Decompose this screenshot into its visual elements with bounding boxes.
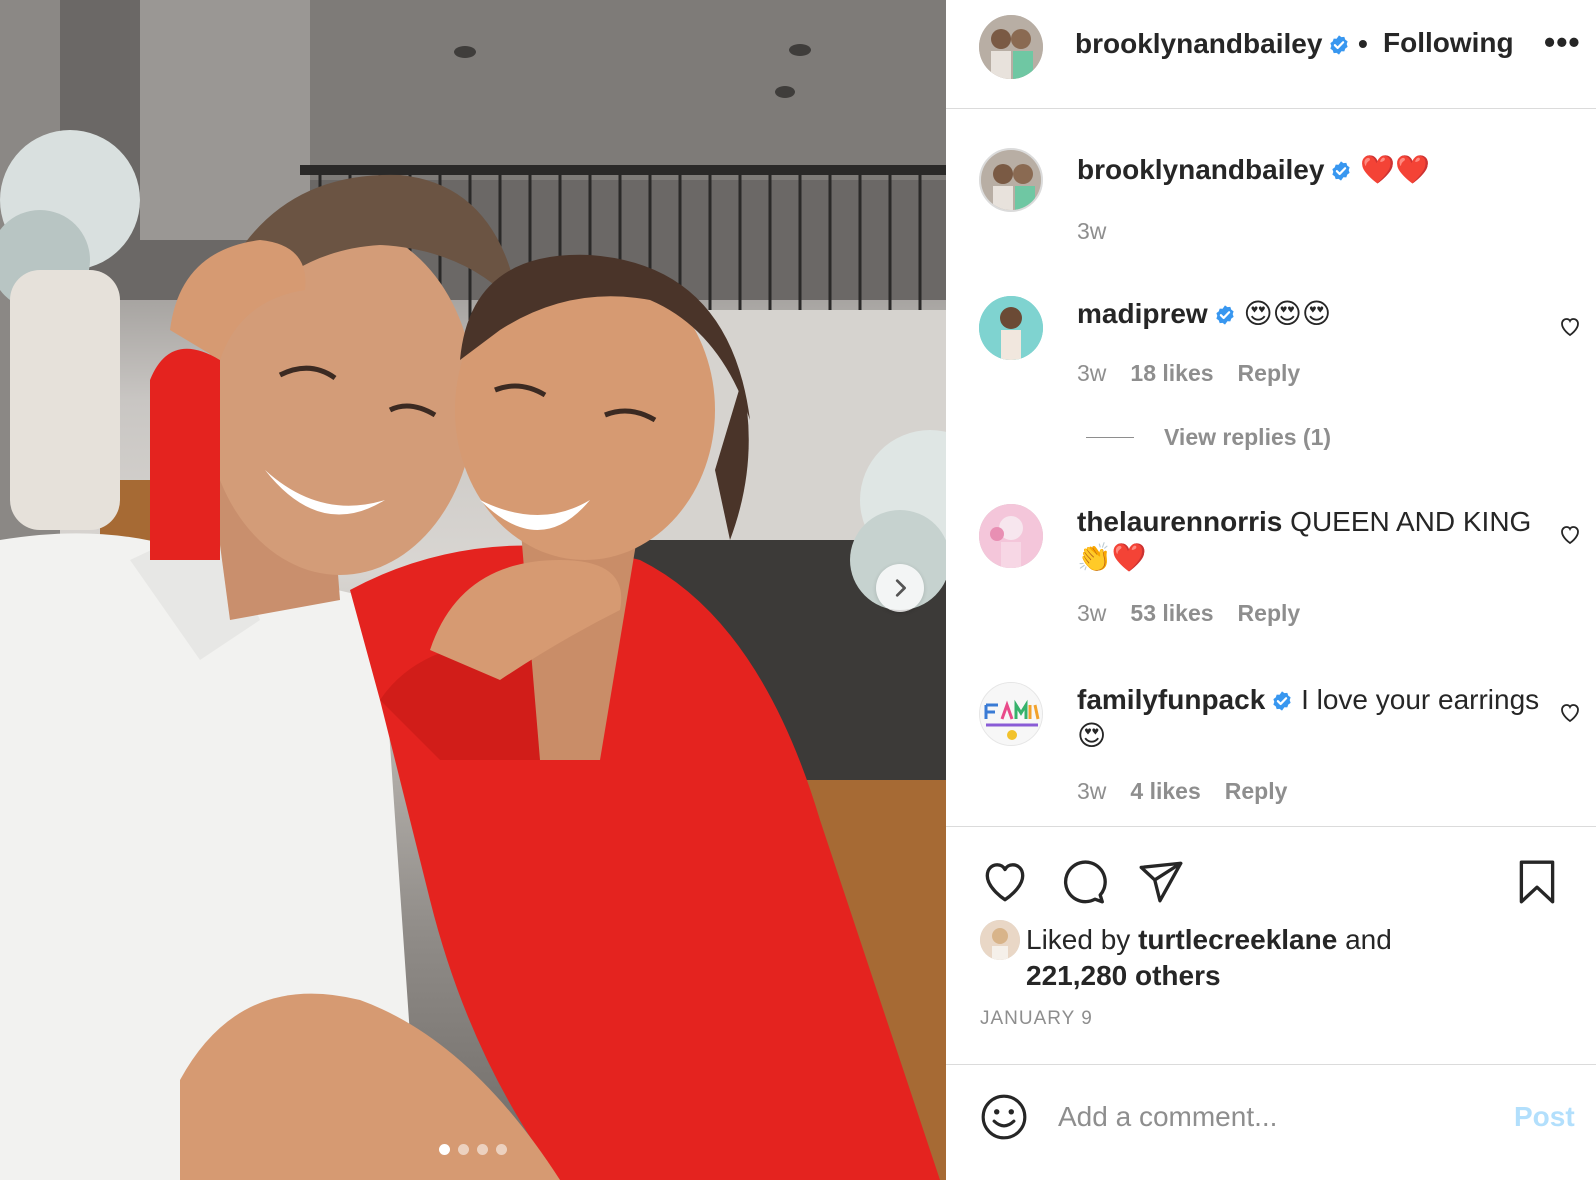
comment-heart-icon[interactable]	[1558, 700, 1582, 724]
author-username[interactable]: brooklynandbailey	[1075, 28, 1350, 60]
family-fun-pack-logo	[980, 683, 1042, 745]
comments-list[interactable]: brooklynandbailey ❤️❤️ 3w madiprew 😍😍😍 3…	[946, 110, 1596, 826]
comment-meta: 3w 53 likes Reply	[1077, 600, 1300, 627]
likes-prefix: Liked by	[1026, 924, 1131, 955]
caption-meta: 3w	[1077, 218, 1106, 245]
comment-like-count[interactable]: 53 likes	[1130, 600, 1213, 627]
comment-username[interactable]: familyfunpack	[1077, 684, 1265, 715]
post-date[interactable]: JANUARY 9	[980, 1008, 1093, 1030]
caption-timestamp[interactable]: 3w	[1077, 218, 1106, 245]
caption-username[interactable]: brooklynandbailey	[1077, 154, 1324, 185]
likes-joiner: and	[1345, 924, 1392, 955]
comment-username[interactable]: madiprew	[1077, 298, 1208, 329]
header-separator: •	[1358, 28, 1368, 59]
post-actions-bar	[946, 826, 1596, 912]
smiley-icon[interactable]	[979, 1092, 1029, 1142]
liker-username[interactable]: turtlecreeklane	[1138, 924, 1337, 955]
author-avatar[interactable]	[979, 15, 1043, 79]
commenter-avatar[interactable]	[979, 682, 1043, 746]
following-button[interactable]: Following	[1383, 27, 1514, 59]
carousel-dot	[458, 1144, 469, 1155]
comment-meta: 3w 4 likes Reply	[1077, 778, 1287, 805]
add-comment-bar: Post	[946, 1064, 1596, 1180]
comment-heart-icon[interactable]	[1558, 314, 1582, 338]
reply-button[interactable]: Reply	[1225, 778, 1288, 805]
photo-illustration	[0, 0, 946, 1180]
carousel-dot	[477, 1144, 488, 1155]
comment-heart-icon[interactable]	[1558, 522, 1582, 546]
view-replies-label: View replies (1)	[1164, 424, 1332, 450]
comment-timestamp[interactable]: 3w	[1077, 778, 1106, 805]
comment-text: madiprew 😍😍😍	[1077, 296, 1547, 332]
carousel-dot	[496, 1144, 507, 1155]
carousel-dot	[439, 1144, 450, 1155]
likes-count[interactable]: 221,280 others	[1026, 960, 1221, 991]
avatar-image	[979, 504, 1043, 568]
heart-icon[interactable]	[980, 857, 1030, 907]
avatar-image	[981, 150, 1041, 210]
comment-icon[interactable]	[1058, 857, 1108, 907]
comment-username[interactable]: thelaurennorris	[1077, 506, 1282, 537]
post-comment-button[interactable]: Post	[1514, 1101, 1575, 1133]
replies-divider	[1086, 437, 1134, 438]
reply-button[interactable]: Reply	[1238, 360, 1301, 387]
comment-timestamp[interactable]: 3w	[1077, 360, 1106, 387]
comment-text: thelaurennorris QUEEN AND KING 👏❤️	[1077, 504, 1547, 576]
caption-text: brooklynandbailey ❤️❤️	[1077, 152, 1547, 188]
more-options-icon[interactable]: •••	[1544, 24, 1581, 61]
commenter-avatar[interactable]	[979, 296, 1043, 360]
avatar-image	[979, 15, 1043, 79]
carousel-indicator	[0, 1144, 946, 1155]
verified-badge-icon	[1332, 161, 1351, 181]
comment-timestamp[interactable]: 3w	[1077, 600, 1106, 627]
author-username-text: brooklynandbailey	[1075, 28, 1323, 59]
post-details-pane: brooklynandbailey • Following ••• brookl…	[946, 0, 1596, 1180]
paper-plane-icon[interactable]	[1136, 857, 1186, 907]
liker-avatar[interactable]	[980, 920, 1020, 960]
comment-input[interactable]	[1058, 1095, 1498, 1139]
post-header: brooklynandbailey • Following •••	[946, 0, 1596, 109]
comment-text: familyfunpack I love your earrings 😍	[1077, 682, 1547, 754]
avatar-image	[980, 920, 1020, 960]
avatar-image	[979, 296, 1043, 360]
verified-badge-icon	[1330, 35, 1349, 55]
verified-badge-icon	[1216, 305, 1234, 325]
author-avatar[interactable]	[979, 148, 1043, 212]
comment-meta: 3w 18 likes Reply	[1077, 360, 1300, 387]
bookmark-icon[interactable]	[1512, 857, 1562, 907]
caption-emoji: ❤️❤️	[1360, 154, 1430, 185]
likes-text: Liked by turtlecreeklane and 221,280 oth…	[1026, 922, 1586, 994]
carousel-next-button[interactable]	[876, 564, 924, 612]
verified-badge-icon	[1273, 691, 1291, 711]
comment-like-count[interactable]: 4 likes	[1130, 778, 1200, 805]
comment-like-count[interactable]: 18 likes	[1130, 360, 1213, 387]
chevron-right-icon	[895, 579, 906, 597]
comment-content: 😍😍😍	[1243, 298, 1332, 329]
post-photo[interactable]	[0, 0, 946, 1180]
reply-button[interactable]: Reply	[1238, 600, 1301, 627]
commenter-avatar[interactable]	[979, 504, 1043, 568]
view-replies-button[interactable]: View replies (1)	[1086, 424, 1331, 451]
